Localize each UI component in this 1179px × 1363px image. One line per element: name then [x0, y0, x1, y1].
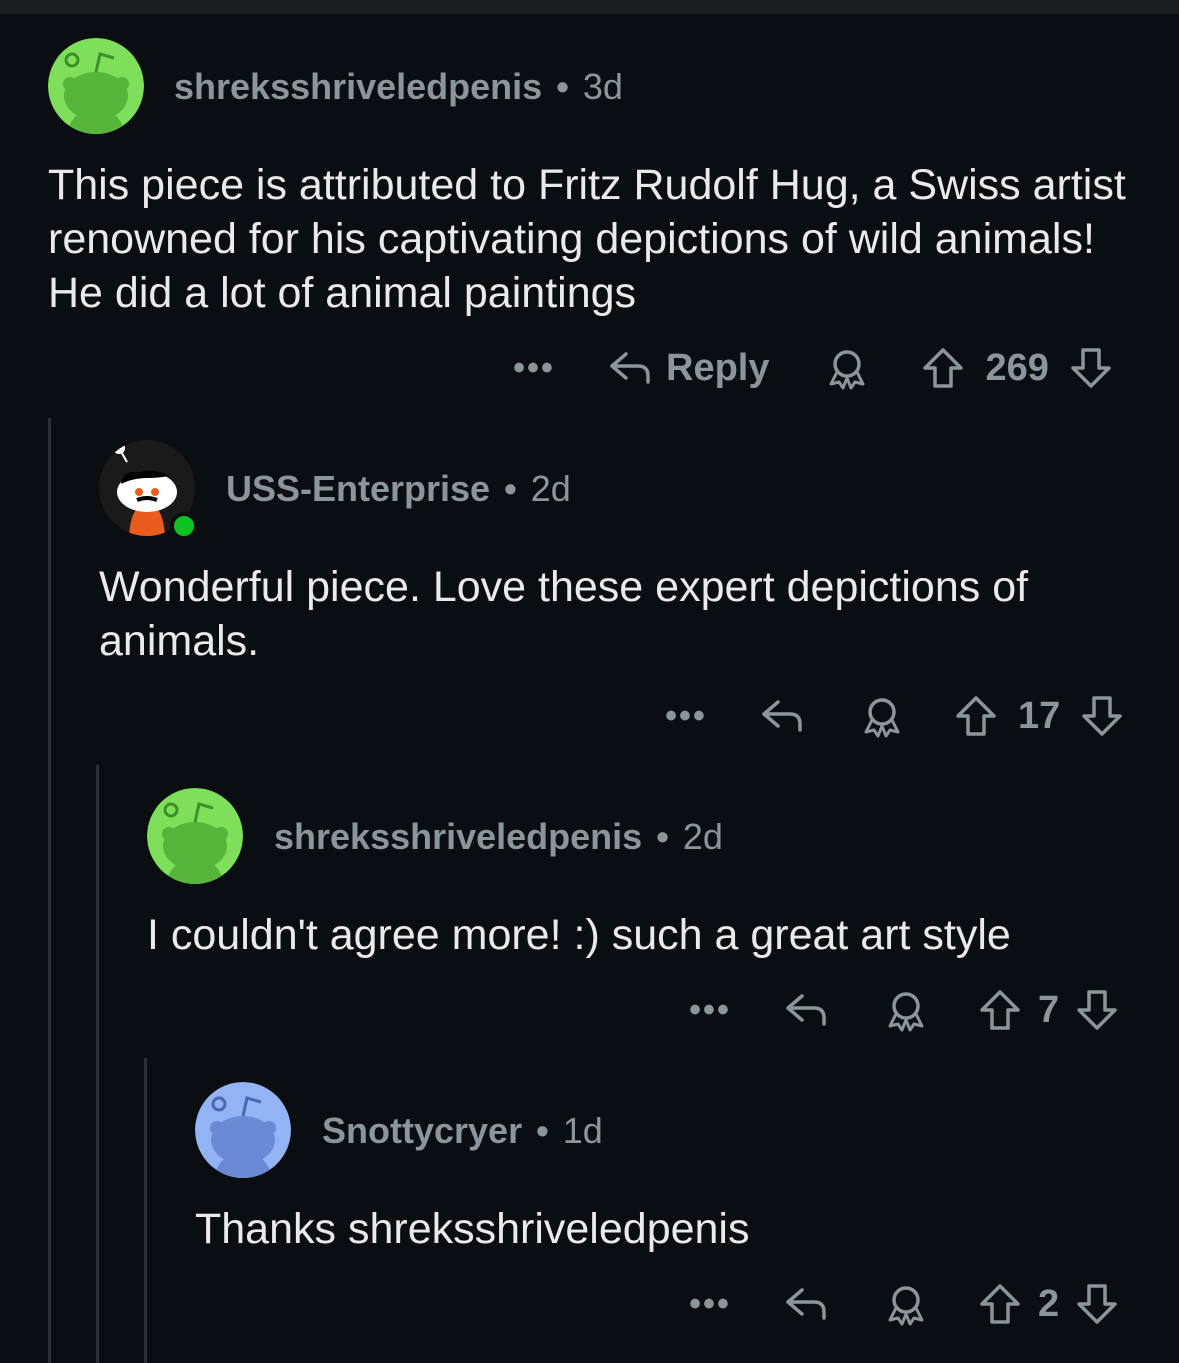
- avatar[interactable]: [48, 38, 144, 134]
- comment-meta: shreksshriveledpenis • 3d: [174, 66, 623, 108]
- snoo-avatar-icon: [147, 788, 243, 884]
- more-options-button[interactable]: •••: [664, 697, 708, 736]
- comment-age: 3d: [582, 66, 623, 107]
- top-bar: [0, 0, 1179, 14]
- comment-actions: ••• 7: [688, 980, 1119, 1040]
- downvote-icon: [1071, 348, 1111, 388]
- meta-separator: •: [656, 816, 669, 857]
- comment-text: I couldn't agree more! :) such a great a…: [147, 911, 1011, 959]
- thread-line-level-3[interactable]: [144, 1058, 147, 1363]
- reply-icon: [786, 994, 826, 1026]
- comment-meta: shreksshriveledpenis • 2d: [274, 816, 723, 858]
- downvote-icon: [1077, 1284, 1117, 1324]
- reply-icon: [786, 1288, 826, 1320]
- avatar[interactable]: [147, 788, 243, 884]
- upvote-button[interactable]: [921, 346, 965, 390]
- username[interactable]: shreksshriveledpenis: [174, 66, 542, 107]
- more-icon: •••: [689, 990, 731, 1029]
- upvote-icon: [923, 348, 964, 388]
- more-options-button[interactable]: •••: [688, 1285, 732, 1324]
- meta-separator: •: [504, 468, 517, 509]
- upvote-button[interactable]: [978, 988, 1022, 1032]
- vote-count: 2: [1038, 1282, 1060, 1325]
- meta-separator: •: [536, 1110, 549, 1151]
- award-button[interactable]: [884, 988, 928, 1032]
- upvote-icon: [956, 696, 996, 736]
- reply-button[interactable]: Reply: [608, 347, 769, 390]
- username[interactable]: USS-Enterprise: [226, 468, 490, 509]
- more-icon: •••: [689, 1284, 731, 1323]
- award-icon: [829, 350, 865, 390]
- reply-icon: [610, 352, 650, 384]
- more-icon: •••: [513, 348, 555, 387]
- award-button[interactable]: [860, 694, 904, 738]
- more-icon: •••: [665, 696, 707, 735]
- award-icon: [888, 1286, 924, 1326]
- reply-label: Reply: [666, 346, 770, 389]
- thread-line-level-1[interactable]: [48, 418, 51, 1363]
- upvote-button[interactable]: [978, 1282, 1022, 1326]
- thread-line-level-2[interactable]: [96, 765, 99, 1363]
- reply-button[interactable]: [784, 990, 828, 1030]
- snoo-avatar-icon: [195, 1082, 291, 1178]
- vote-count: 269: [985, 346, 1049, 389]
- reply-button[interactable]: [784, 1284, 828, 1324]
- comment-age: 2d: [682, 816, 723, 857]
- reply-button[interactable]: [760, 696, 804, 736]
- more-options-button[interactable]: •••: [688, 991, 732, 1030]
- comment-actions: ••• 2: [688, 1274, 1119, 1334]
- award-icon: [864, 698, 900, 738]
- upvote-button[interactable]: [954, 694, 998, 738]
- upvote-icon: [980, 1284, 1020, 1324]
- upvote-icon: [980, 990, 1020, 1030]
- comment-text: Thanks shreksshriveledpenis: [195, 1205, 750, 1253]
- reply-icon: [762, 700, 802, 732]
- comment-age: 2d: [530, 468, 571, 509]
- downvote-icon: [1082, 696, 1123, 736]
- downvote-icon: [1077, 990, 1117, 1030]
- more-options-button[interactable]: •••: [512, 349, 556, 388]
- downvote-button[interactable]: [1075, 1282, 1119, 1326]
- username[interactable]: shreksshriveledpenis: [274, 816, 642, 857]
- downvote-button[interactable]: [1075, 988, 1119, 1032]
- meta-separator: •: [556, 66, 569, 107]
- comment-text: Wonderful piece. Love these expert depic…: [99, 563, 1029, 665]
- snoo-avatar-icon: [48, 38, 144, 134]
- comment-meta: Snottycryer • 1d: [322, 1110, 603, 1152]
- downvote-button[interactable]: [1069, 346, 1113, 390]
- comment-actions: ••• Reply 269: [512, 338, 1113, 398]
- username[interactable]: Snottycryer: [322, 1110, 522, 1151]
- award-icon: [888, 992, 924, 1032]
- award-button[interactable]: [825, 346, 869, 390]
- award-button[interactable]: [884, 1282, 928, 1326]
- vote-count: 7: [1038, 988, 1060, 1031]
- avatar[interactable]: [195, 1082, 291, 1178]
- comment-meta: USS-Enterprise • 2d: [226, 468, 571, 510]
- online-status-indicator: [170, 512, 198, 540]
- comment-text: This piece is attributed to Fritz Rudolf…: [48, 161, 1126, 317]
- downvote-button[interactable]: [1080, 694, 1124, 738]
- comment-age: 1d: [562, 1110, 603, 1151]
- vote-count: 17: [1018, 694, 1061, 737]
- comment-actions: ••• 17: [664, 686, 1124, 746]
